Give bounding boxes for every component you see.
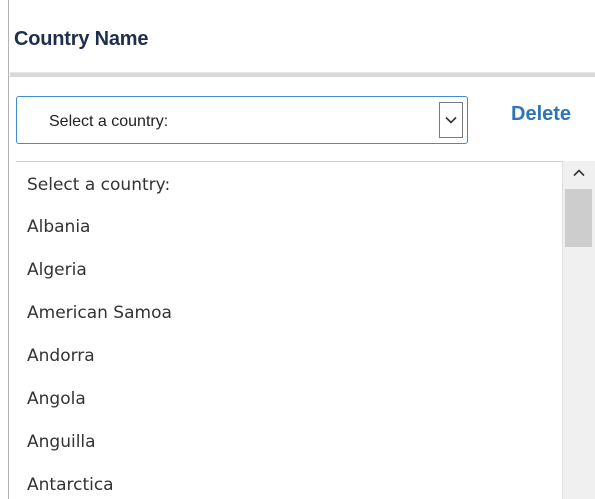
country-select-value: Select a country: (49, 113, 169, 130)
scrollbar-thumb[interactable] (565, 189, 592, 247)
list-item[interactable]: Andorra (27, 346, 95, 366)
list-item[interactable]: American Samoa (27, 303, 172, 323)
list-item[interactable]: Albania (27, 217, 90, 237)
list-item[interactable]: Antarctica (27, 475, 114, 495)
dropdown-scrollbar[interactable] (562, 161, 595, 499)
header-divider (10, 72, 595, 77)
delete-link[interactable]: Delete (511, 103, 571, 126)
chevron-up-icon[interactable] (563, 161, 595, 185)
country-dropdown-list[interactable]: Select a country: Albania Algeria Americ… (16, 161, 595, 499)
chevron-down-icon[interactable] (439, 102, 463, 138)
list-item[interactable]: Angola (27, 389, 86, 409)
country-select[interactable]: Select a country: (16, 96, 468, 144)
column-header-title: Country Name (14, 28, 149, 50)
list-item[interactable]: Select a country: (27, 175, 170, 195)
list-item[interactable]: Algeria (27, 260, 87, 280)
list-item[interactable]: Anguilla (27, 432, 96, 452)
